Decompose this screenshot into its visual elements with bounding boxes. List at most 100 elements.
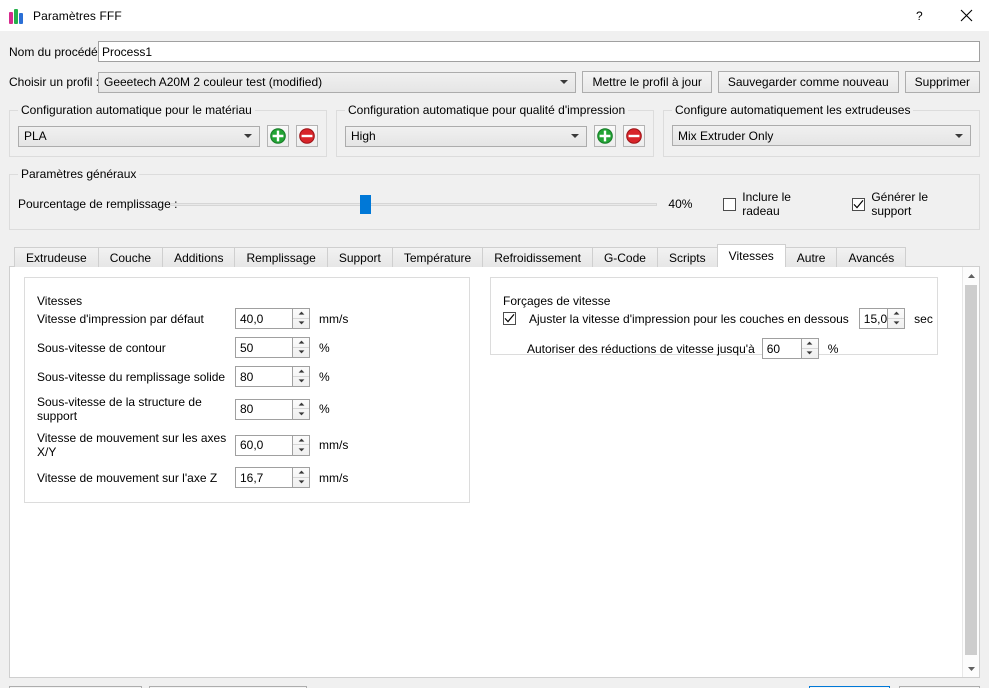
extruders-select[interactable]: Mix Extruder Only xyxy=(672,125,971,146)
speed-row-spinner[interactable]: 50 xyxy=(235,337,310,358)
spinner-down-icon[interactable] xyxy=(293,348,309,358)
spinner-up-icon[interactable] xyxy=(293,400,309,409)
include-raft-checkbox[interactable]: Inclure le radeau xyxy=(723,190,831,218)
spinner-buttons[interactable] xyxy=(292,367,309,386)
settings-tabs: Extrudeuse Couche Additions Remplissage Supp… xyxy=(9,244,980,678)
profile-select-value: Geeetech A20M 2 couleur test (modified) xyxy=(104,75,323,89)
minus-circle-icon xyxy=(626,128,642,144)
tab-additions[interactable]: Additions xyxy=(162,247,236,267)
adjust-speed-row: Ajuster la vitesse d'impression pour les… xyxy=(503,308,933,329)
tab-label: Avancés xyxy=(848,250,895,265)
scroll-down-button[interactable] xyxy=(963,660,979,677)
tab-refroidissement[interactable]: Refroidissement xyxy=(482,247,593,267)
scroll-up-button[interactable] xyxy=(963,267,979,284)
spinner-up-icon[interactable] xyxy=(293,309,309,319)
plus-circle-icon xyxy=(270,128,286,144)
speed-row-spinner[interactable]: 16,7 xyxy=(235,467,310,488)
adjust-speed-checkbox[interactable] xyxy=(503,312,522,325)
tab-autre[interactable]: Autre xyxy=(784,247,838,267)
speed-row-label: Sous-vitesse de contour xyxy=(37,340,166,355)
spinner-up-icon[interactable] xyxy=(293,468,309,478)
tab-panel-vitesses: Vitesses Vitesse d'impression par défaut… xyxy=(9,266,980,678)
tab-avanc-s[interactable]: Avancés xyxy=(836,247,907,267)
scrollbar-thumb[interactable] xyxy=(965,285,977,655)
tab-couche[interactable]: Couche xyxy=(97,247,164,267)
scrollbar-track[interactable] xyxy=(963,284,979,660)
add-quality-button[interactable] xyxy=(594,125,616,147)
spinner-buttons[interactable] xyxy=(292,338,309,357)
speed-row-spinner[interactable]: 80 xyxy=(235,366,310,387)
infill-slider[interactable] xyxy=(170,194,658,214)
tab-panel-scrollbar[interactable] xyxy=(962,267,979,677)
extruders-config-title: Configure automatiquement les extrudeuse… xyxy=(672,103,914,117)
tab-label: Extrudeuse xyxy=(26,250,87,265)
spinner-down-icon[interactable] xyxy=(293,319,309,329)
chevron-down-icon xyxy=(955,133,963,138)
generate-support-checkbox[interactable]: Générer le support xyxy=(852,190,971,218)
tab-label: Vitesses xyxy=(728,249,774,263)
checkbox-box xyxy=(852,197,866,211)
save-as-new-button[interactable]: Sauvegarder comme nouveau xyxy=(717,71,899,93)
add-material-button[interactable] xyxy=(267,125,289,147)
spinner-down-icon[interactable] xyxy=(293,445,309,455)
speed-row: Sous-vitesse de contour 50% xyxy=(37,337,459,358)
speed-row-spinner[interactable]: 80 xyxy=(235,398,310,420)
tab-label: Scripts xyxy=(668,250,706,265)
tab-remplissage[interactable]: Remplissage xyxy=(234,247,328,267)
tab-label: Température xyxy=(403,250,472,265)
close-icon[interactable] xyxy=(943,0,989,31)
speed-row-spinner[interactable]: 60,0 xyxy=(235,434,310,456)
spinner-up-icon[interactable] xyxy=(293,436,309,445)
process-name-input[interactable]: Process1 xyxy=(98,41,980,62)
spinner-down-icon[interactable] xyxy=(293,409,309,419)
title-bar: Paramètres FFF ? xyxy=(0,0,989,31)
remove-material-button[interactable] xyxy=(296,125,318,147)
reduce-speed-value: 60 xyxy=(766,341,781,356)
spinner-up-icon[interactable] xyxy=(293,367,309,377)
tab-label: Refroidissement xyxy=(494,250,581,265)
material-config-title: Configuration automatique pour le matéri… xyxy=(18,103,255,117)
spinner-down-icon[interactable] xyxy=(888,319,904,329)
spinner-up-icon[interactable] xyxy=(801,339,818,349)
tab-label: Support xyxy=(338,250,381,265)
remove-quality-button[interactable] xyxy=(623,125,645,147)
speed-row: Vitesse d'impression par défaut 40,0 mm/s xyxy=(37,308,459,329)
spinner-down-icon[interactable] xyxy=(293,478,309,488)
generate-support-label: Générer le support xyxy=(871,190,929,218)
check-icon xyxy=(504,314,515,323)
speed-row-spinner[interactable]: 40,0 xyxy=(235,308,310,329)
spinner-buttons[interactable] xyxy=(887,309,905,329)
reduce-speed-spinner[interactable]: 60 xyxy=(761,338,819,359)
tab-extrudeuse[interactable]: Extrudeuse xyxy=(14,247,99,267)
spinner-buttons[interactable] xyxy=(292,468,309,487)
spinner-up-icon[interactable] xyxy=(888,309,905,319)
minus-circle-icon xyxy=(299,128,315,144)
tab-scripts[interactable]: Scripts xyxy=(656,247,718,267)
dialog-footer: Masquer les avancés Sélectionner des mod… xyxy=(0,678,989,688)
quality-select[interactable]: High xyxy=(345,125,587,147)
tab-vitesses[interactable]: Vitesses xyxy=(716,244,786,267)
profile-select[interactable]: Geeetech A20M 2 couleur test (modified) xyxy=(98,71,577,93)
spinner-buttons[interactable] xyxy=(292,399,309,419)
check-icon xyxy=(853,199,864,209)
spinner-buttons[interactable] xyxy=(292,435,309,455)
tab-g-code[interactable]: G-Code xyxy=(591,247,658,267)
spinner-buttons[interactable] xyxy=(292,309,309,328)
delete-profile-button[interactable]: Supprimer xyxy=(904,71,980,93)
speed-row: Sous-vitesse de la structure de support 8… xyxy=(37,395,459,423)
update-profile-button[interactable]: Mettre le profil à jour xyxy=(582,71,712,93)
fff-settings-window: Paramètres FFF ? Nom du procédé : Proces… xyxy=(0,0,989,688)
spinner-down-icon[interactable] xyxy=(802,349,818,359)
tab-temp-rature[interactable]: Température xyxy=(391,247,484,267)
speed-row-value: 40,0 xyxy=(240,311,264,326)
slider-handle[interactable] xyxy=(359,195,371,214)
material-select[interactable]: PLA xyxy=(18,125,260,147)
tab-support[interactable]: Support xyxy=(326,247,393,267)
speed-row-unit: % xyxy=(319,340,330,355)
speed-overrides-title: Forçages de vitesse xyxy=(503,294,611,308)
adjust-speed-spinner[interactable]: 15,0 xyxy=(858,308,906,329)
help-icon[interactable]: ? xyxy=(897,0,943,31)
spinner-down-icon[interactable] xyxy=(293,377,309,387)
spinner-buttons[interactable] xyxy=(800,339,818,359)
spinner-up-icon[interactable] xyxy=(293,338,309,348)
